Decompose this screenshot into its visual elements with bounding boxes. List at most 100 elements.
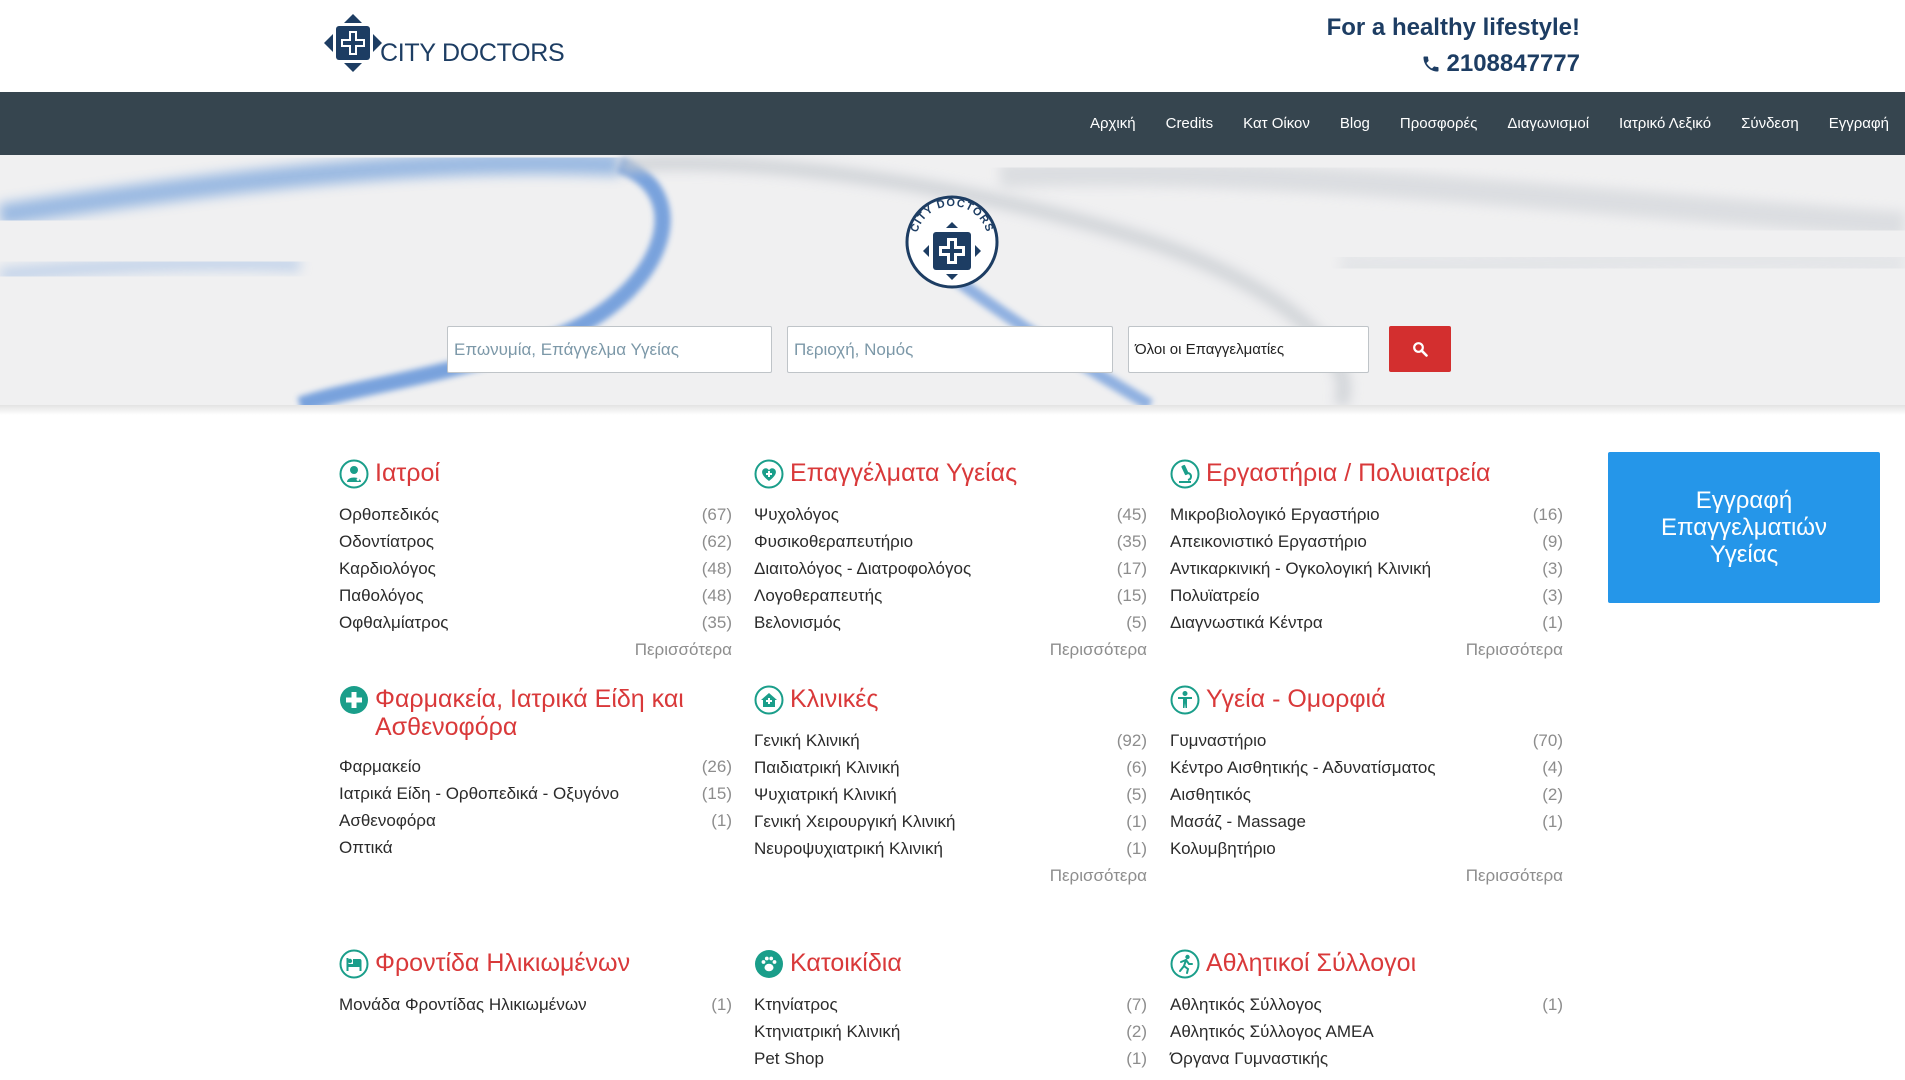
site-logo[interactable]: CITY DOCTORS [322, 12, 565, 74]
item-label: Αθλητικός Σύλλογος ΑΜΕΑ [1170, 1022, 1374, 1041]
item-label: Όργανα Γυμναστικής [1170, 1049, 1329, 1068]
category-title[interactable]: Εργαστήρια / Πολυιατρεία [1206, 459, 1490, 487]
category-item[interactable]: Πολυϊατρείο (3) [1170, 582, 1563, 609]
category-item[interactable]: Διαιτολόγος - Διατροφολόγος (17) [754, 555, 1147, 582]
category-item[interactable]: Γενική Κλινική (92) [754, 727, 1147, 754]
category-item[interactable]: Αντικαρκινική - Ογκολογική Κλινική (3) [1170, 555, 1563, 582]
register-professionals-button[interactable]: Εγγραφή Επαγγελματιών Υγείας [1608, 452, 1880, 603]
category-pharmacies: Φαρμακεία, Ιατρικά Είδη και Ασθενοφόρα Φ… [339, 685, 732, 861]
category-item[interactable]: Παθολόγος (48) [339, 582, 732, 609]
item-count: (9) [1542, 532, 1563, 551]
category-item[interactable]: Αθλητικός Σύλλογος ΑΜΕΑ [1170, 1018, 1563, 1045]
category-item[interactable]: Οφθαλμίατρος (35) [339, 609, 732, 636]
pharmacy-cross-icon [340, 686, 368, 714]
item-count: (1) [711, 995, 732, 1014]
item-count: (1) [1126, 839, 1147, 858]
item-count: (67) [701, 505, 732, 524]
category-title[interactable]: Ιατροί [375, 459, 440, 487]
category-title[interactable]: Φροντίδα Ηλικιωμένων [375, 949, 630, 977]
nav-item-register[interactable]: Εγγραφή [1829, 115, 1889, 132]
more-link[interactable]: Περισσότερα [339, 636, 732, 663]
item-count: (35) [1116, 532, 1147, 551]
category-item[interactable]: Κτηνίατρος (7) [754, 991, 1147, 1018]
item-label: Οπτικά [339, 838, 393, 857]
item-count: (1) [1126, 1049, 1147, 1068]
category-title[interactable]: Κλινικές [790, 685, 878, 713]
search-button[interactable] [1389, 326, 1451, 372]
item-label: Ασθενοφόρα [339, 811, 436, 830]
category-title[interactable]: Φαρμακεία, Ιατρικά Είδη και Ασθενοφόρα [375, 685, 732, 741]
category-item[interactable]: Απεικονιστικό Εργαστήριο (9) [1170, 528, 1563, 555]
more-link[interactable]: Περισσότερα [754, 862, 1147, 889]
category-item[interactable]: Διαγνωστικά Κέντρα (1) [1170, 609, 1563, 636]
item-label: Καρδιολόγος [339, 559, 436, 578]
category-item[interactable]: Ψυχιατρική Κλινική (5) [754, 781, 1147, 808]
nav-item-home-visit[interactable]: Κατ Οίκον [1243, 115, 1310, 132]
more-link[interactable]: Περισσότερα [1170, 636, 1563, 663]
item-label: Ψυχιατρική Κλινική [754, 785, 897, 804]
category-item[interactable]: Ασθενοφόρα (1) [339, 807, 732, 834]
search-icon [1413, 342, 1428, 357]
category-item[interactable]: Ψυχολόγος (45) [754, 501, 1147, 528]
category-item[interactable]: Κέντρο Αισθητικής - Αδυνατίσματος (4) [1170, 754, 1563, 781]
nav-item-medical-dictionary[interactable]: Ιατρικό Λεξικό [1619, 115, 1711, 132]
category-title[interactable]: Επαγγέλματα Υγείας [790, 459, 1017, 487]
item-label: Φυσικοθεραπευτήριο [754, 532, 914, 551]
category-item[interactable]: Παιδιατρική Κλινική (6) [754, 754, 1147, 781]
doctor-icon [339, 459, 369, 489]
category-item[interactable]: Οπτικά [339, 834, 732, 861]
item-label: Παιδιατρική Κλινική [754, 758, 900, 777]
category-item[interactable]: Φυσικοθεραπευτήριο (35) [754, 528, 1147, 555]
category-item[interactable]: Μασάζ - Massage (1) [1170, 808, 1563, 835]
item-count: (1) [1542, 812, 1563, 831]
item-count: (1) [711, 811, 732, 830]
category-item[interactable]: Γυμναστήριο (70) [1170, 727, 1563, 754]
nav-item-login[interactable]: Σύνδεση [1741, 115, 1799, 132]
phone-text: 2108847777 [1446, 50, 1580, 77]
nav-item-contests[interactable]: Διαγωνισμοί [1507, 115, 1589, 132]
category-title[interactable]: Κατοικίδια [790, 949, 902, 977]
category-item[interactable]: Καρδιολόγος (48) [339, 555, 732, 582]
category-item[interactable]: Λογοθεραπευτής (15) [754, 582, 1147, 609]
category-item[interactable]: Βελονισμός (5) [754, 609, 1147, 636]
item-count: (3) [1542, 586, 1563, 605]
category-item[interactable]: Ορθοπεδικός (67) [339, 501, 732, 528]
item-count: (4) [1542, 758, 1563, 777]
category-item[interactable]: Αθλητικός Σύλλογος (1) [1170, 991, 1563, 1018]
item-count: (6) [1126, 758, 1147, 777]
elderly-bed-icon [339, 949, 369, 979]
category-item[interactable]: Γενική Χειρουργική Κλινική (1) [754, 808, 1147, 835]
item-count: (1) [1542, 613, 1563, 632]
category-pets: Κατοικίδια Κτηνίατρος (7) Κτηνιατρική Κλι… [754, 949, 1147, 1072]
person-wellness-icon [1170, 685, 1200, 715]
item-count: (5) [1126, 613, 1147, 632]
category-item[interactable]: Ιατρικά Είδη - Ορθοπεδικά - Οξυγόνο (15) [339, 780, 732, 807]
category-item[interactable]: Μικροβιολογικό Εργαστήριο (16) [1170, 501, 1563, 528]
item-count: (15) [1116, 586, 1147, 605]
category-item[interactable]: Όργανα Γυμναστικής [1170, 1045, 1563, 1072]
category-item[interactable]: Φαρμακείο (26) [339, 753, 732, 780]
nav-item-blog[interactable]: Blog [1340, 115, 1370, 132]
item-count: (2) [1542, 785, 1563, 804]
logo-cross-icon [324, 14, 382, 72]
item-label: Κολυμβητήριο [1170, 839, 1276, 858]
category-item[interactable]: Νευροψυχιατρική Κλινική (1) [754, 835, 1147, 862]
nav-item-home[interactable]: Αρχική [1090, 115, 1136, 132]
category-title[interactable]: Υγεία - Ομορφιά [1206, 685, 1386, 713]
nav-item-offers[interactable]: Προσφορές [1400, 115, 1477, 132]
category-item[interactable]: Pet Shop (1) [754, 1045, 1147, 1072]
category-item[interactable]: Κολυμβητήριο [1170, 835, 1563, 862]
search-area-input[interactable] [787, 326, 1113, 373]
category-item[interactable]: Μονάδα Φροντίδας Ηλικιωμένων (1) [339, 991, 732, 1018]
more-link[interactable]: Περισσότερα [1170, 862, 1563, 889]
search-name-input[interactable] [447, 326, 772, 373]
professional-type-select[interactable]: Όλοι οι Επαγγελματίες [1128, 326, 1369, 373]
category-item[interactable]: Οδοντίατρος (62) [339, 528, 732, 555]
phone-number[interactable]: 2108847777 [1421, 50, 1580, 78]
item-label: Διαγνωστικά Κέντρα [1170, 613, 1323, 632]
category-item[interactable]: Αισθητικός (2) [1170, 781, 1563, 808]
nav-item-credits[interactable]: Credits [1166, 115, 1214, 132]
category-item[interactable]: Κτηνιατρική Κλινική (2) [754, 1018, 1147, 1045]
more-link[interactable]: Περισσότερα [754, 636, 1147, 663]
category-title[interactable]: Αθλητικοί Σύλλογοι [1206, 949, 1416, 977]
